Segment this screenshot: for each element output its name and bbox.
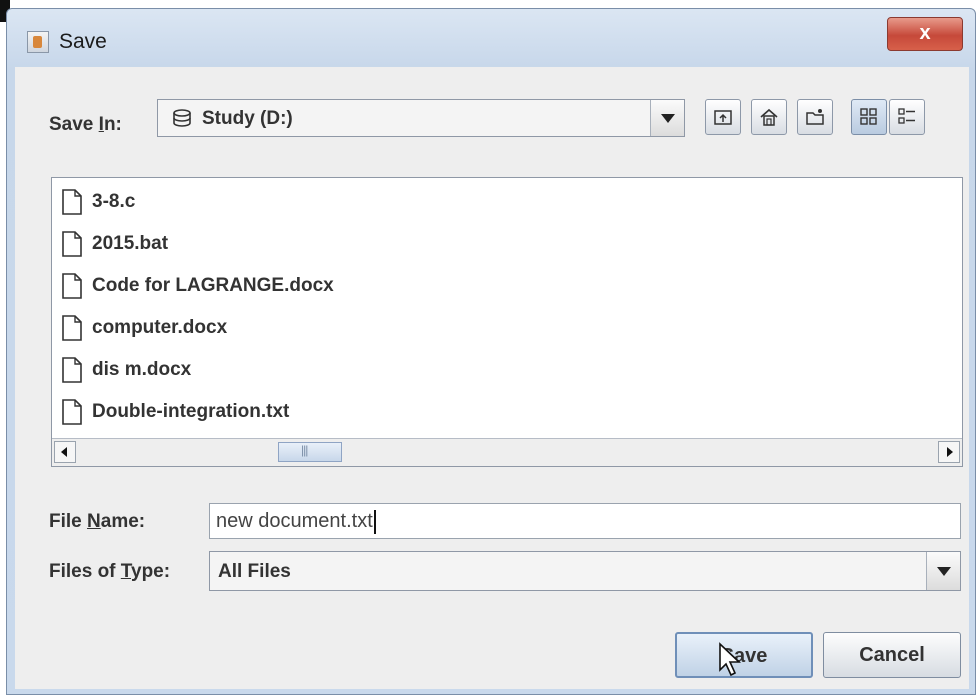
file-name-value: new document.txt [216, 510, 373, 532]
list-item[interactable]: 3-8.c [62, 184, 135, 220]
details-view-icon [898, 108, 915, 124]
save-in-combo[interactable]: Study (D:) [157, 99, 685, 137]
file-name: Code for LAGRANGE.docx [92, 275, 334, 296]
file-icon [62, 315, 82, 341]
list-item[interactable]: computer.docx [62, 310, 227, 346]
up-one-level-icon [714, 110, 732, 125]
save-in-label: Save In: [49, 114, 122, 135]
files-of-type-value: All Files [218, 561, 291, 582]
new-folder-icon [806, 109, 824, 125]
list-view-icon [860, 108, 877, 125]
file-icon [62, 231, 82, 257]
mouse-cursor-icon [719, 642, 742, 677]
file-list[interactable]: 3-8.c 2015.bat Code for LAGRANGE.docx co… [51, 177, 963, 467]
file-name-input[interactable]: new document.txt [209, 503, 961, 539]
text-caret [373, 509, 376, 534]
file-icon [62, 273, 82, 299]
file-name: dis m.docx [92, 359, 192, 380]
list-view-button[interactable] [851, 99, 887, 135]
chevron-down-icon[interactable] [650, 100, 684, 136]
java-app-icon [27, 31, 49, 53]
home-button[interactable] [751, 99, 787, 135]
files-of-type-label: Files of Type: [49, 561, 171, 582]
new-folder-button[interactable] [797, 99, 833, 135]
list-item[interactable]: 2015.bat [62, 226, 168, 262]
horizontal-scrollbar[interactable] [52, 438, 962, 466]
list-item[interactable]: Double-integration.txt [62, 394, 289, 430]
file-name: 3-8.c [92, 191, 136, 212]
list-item[interactable]: Code for LAGRANGE.docx [62, 268, 334, 304]
list-item[interactable]: dis m.docx [62, 352, 191, 388]
home-icon [760, 108, 778, 126]
file-name: Double-integration.txt [92, 401, 290, 422]
dialog-title: Save [59, 30, 107, 53]
file-icon [62, 189, 82, 215]
up-one-level-button[interactable] [705, 99, 741, 135]
file-icon [62, 357, 82, 383]
save-button[interactable]: Save [675, 632, 813, 678]
save-in-value: Study (D:) [202, 108, 293, 129]
file-name: computer.docx [92, 317, 228, 338]
file-icon [62, 399, 82, 425]
chevron-down-icon[interactable] [926, 552, 960, 590]
file-name-label: File Name: [49, 511, 146, 532]
title-bar: Save x [7, 9, 975, 67]
save-dialog: Save x Save In: Study (D:) 3-8.c 2015.ba… [6, 8, 976, 695]
file-name: 2015.bat [92, 233, 169, 254]
details-view-button[interactable] [889, 99, 925, 135]
close-button[interactable]: x [887, 17, 963, 51]
scroll-thumb[interactable] [278, 442, 342, 462]
drive-icon [172, 109, 192, 132]
scroll-left-icon[interactable] [54, 441, 76, 463]
cancel-button[interactable]: Cancel [823, 632, 961, 678]
dialog-content: Save In: Study (D:) 3-8.c 2015.bat Code … [15, 67, 969, 689]
files-of-type-combo[interactable]: All Files [209, 551, 961, 591]
scroll-right-icon[interactable] [938, 441, 960, 463]
